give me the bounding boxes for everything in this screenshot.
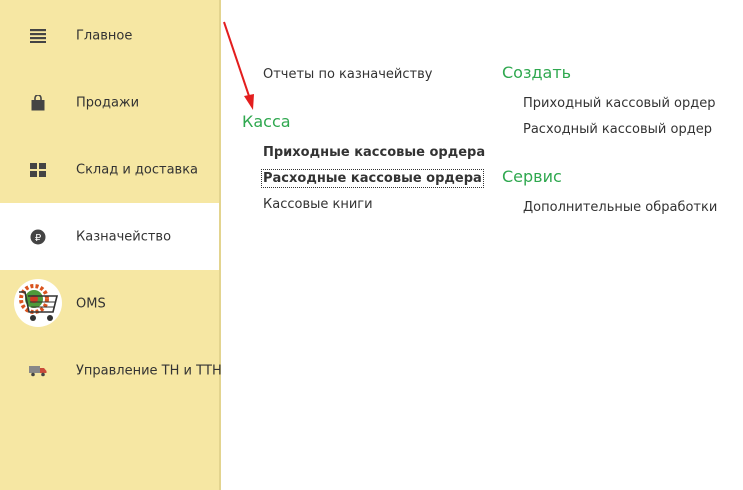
sidebar-item-label: Склад и доставка [76, 162, 199, 177]
treasury-reports-link[interactable]: Отчеты по казначейству [263, 67, 432, 82]
sidebar-item-warehouse[interactable]: Склад и доставка [0, 136, 219, 203]
delivery-truck-icon [26, 359, 50, 383]
create-incoming-cash-order-link[interactable]: Приходный кассовый ордер [523, 96, 715, 111]
ruble-coin-icon: ₽ [26, 225, 50, 249]
section-title-create: Создать [502, 63, 572, 82]
sidebar-item-label: Главное [76, 28, 133, 43]
section-title-service: Сервис [502, 167, 562, 186]
sidebar-item-treasury[interactable]: ₽ Казначейство [0, 203, 219, 270]
sidebar-item-label: Продажи [76, 95, 140, 110]
sidebar-item-oms[interactable]: OMS [0, 270, 219, 337]
warehouse-grid-icon [26, 158, 50, 182]
shopping-bag-icon [26, 91, 50, 115]
main-content: Отчеты по казначейству Касса Приходные к… [221, 0, 743, 490]
additional-processing-link[interactable]: Дополнительные обработки [523, 200, 717, 215]
sidebar: Главное Продажи Склад и доставка ₽ Казна… [0, 0, 222, 490]
outgoing-cash-orders-link[interactable]: Расходные кассовые ордера [261, 169, 484, 188]
sidebar-item-label: Казначейство [76, 229, 172, 244]
svg-text:₽: ₽ [35, 233, 42, 244]
menu-lines-icon [26, 24, 50, 48]
sidebar-item-sales[interactable]: Продажи [0, 69, 219, 136]
sidebar-item-tn-ttn[interactable]: Управление ТН и ТТН [0, 337, 222, 404]
sidebar-item-main[interactable]: Главное [0, 2, 219, 69]
section-title-kassa: Касса [242, 112, 291, 131]
sidebar-item-label: OMS [76, 296, 106, 311]
cash-books-link[interactable]: Кассовые книги [263, 197, 373, 212]
create-outgoing-cash-order-link[interactable]: Расходный кассовый ордер [523, 122, 712, 137]
incoming-cash-orders-link[interactable]: Приходные кассовые ордера [263, 145, 485, 160]
sidebar-item-label: Управление ТН и ТТН [76, 363, 222, 378]
oms-cart-logo-icon [13, 278, 63, 328]
